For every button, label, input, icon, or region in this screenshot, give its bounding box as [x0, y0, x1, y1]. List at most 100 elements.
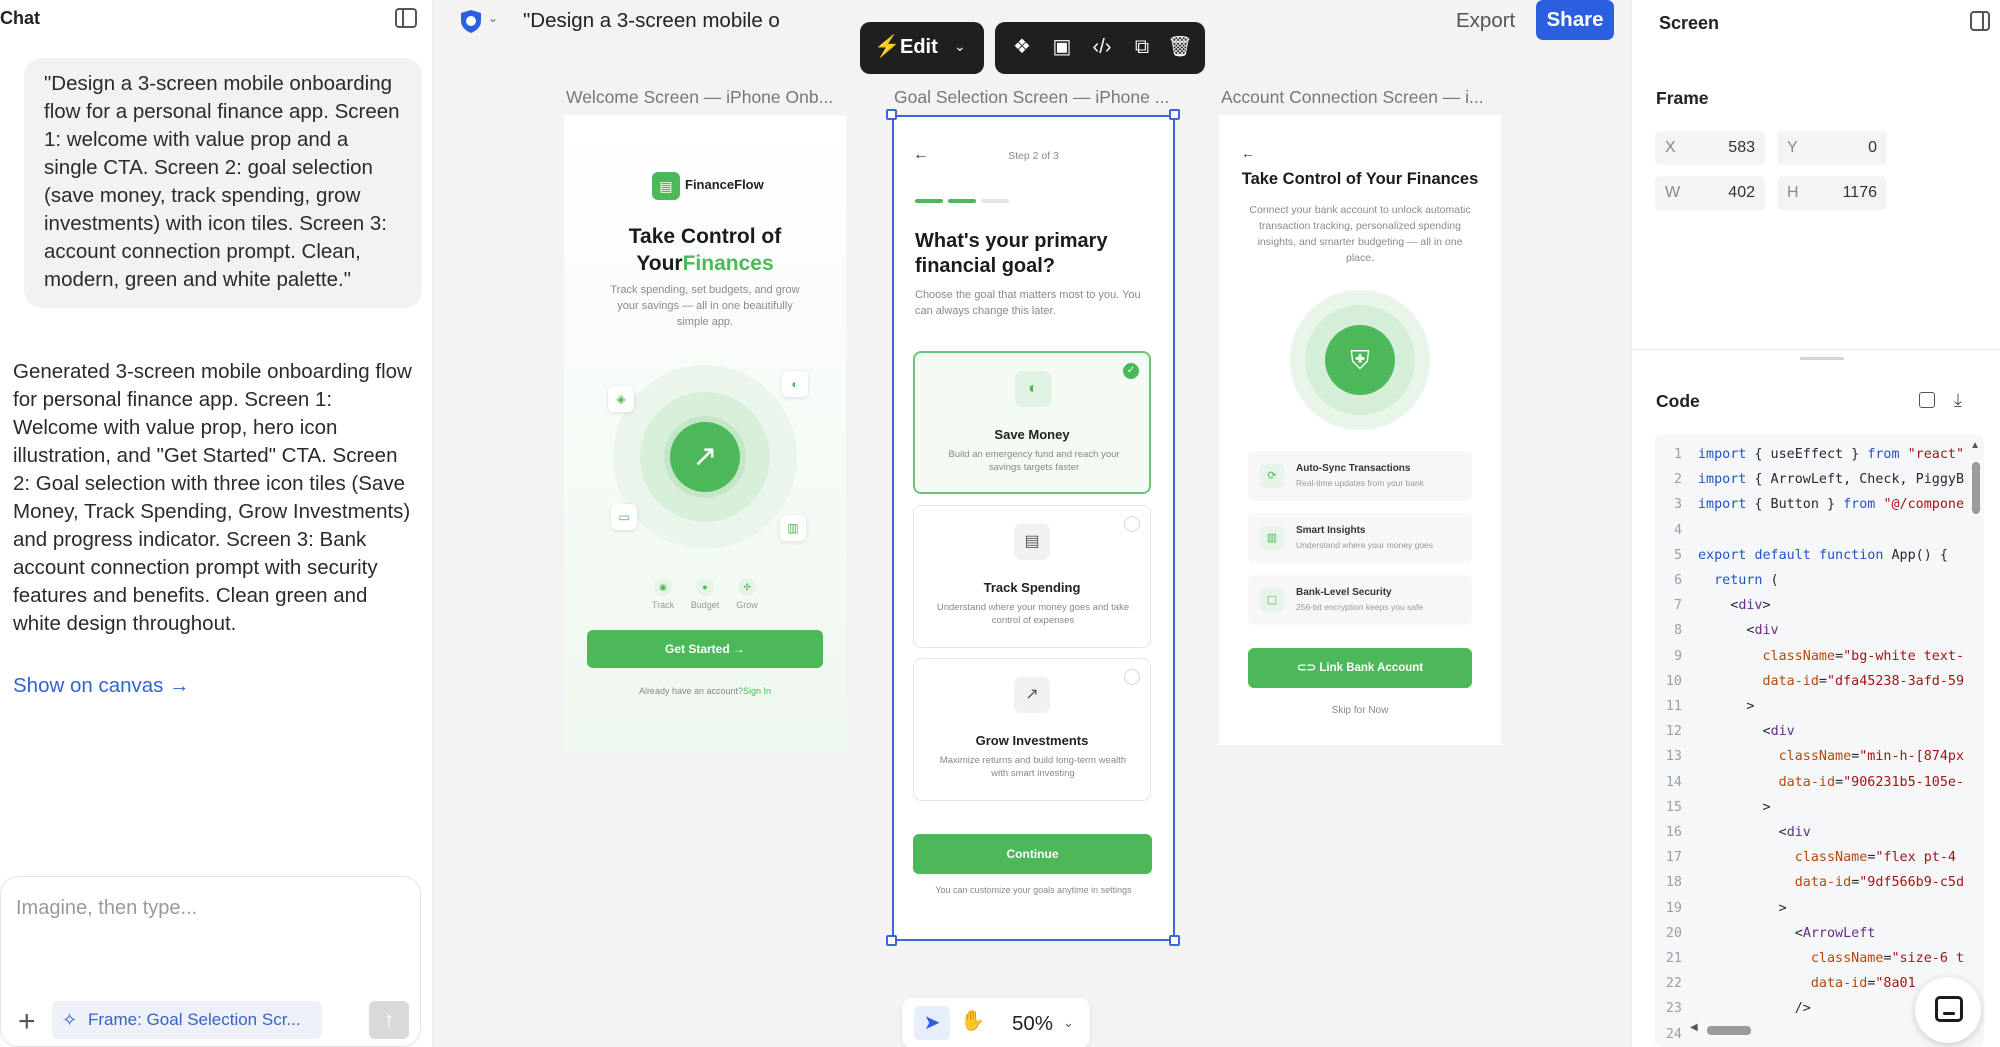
chevron-down-icon[interactable]: ⌄: [488, 11, 498, 25]
trash-icon[interactable]: 🗑: [1167, 34, 1193, 60]
resize-handle[interactable]: [886, 935, 897, 946]
image-edit-icon[interactable]: ▣: [1049, 34, 1075, 60]
duplicate-icon[interactable]: ⧉: [1129, 34, 1155, 60]
brand-name: FinanceFlow: [685, 177, 764, 192]
resize-grip[interactable]: [1800, 357, 1844, 360]
send-button[interactable]: ↑: [369, 1001, 409, 1039]
code-line: 8 <div: [1673, 623, 1779, 639]
skip-for-now-link[interactable]: Skip for Now: [1219, 705, 1501, 716]
step-indicator: Step 2 of 3: [1008, 150, 1059, 162]
scroll-up-icon[interactable]: ▲: [1970, 440, 1980, 451]
edit-menu-button[interactable]: ⚡ Edit ⌄: [860, 22, 984, 74]
welcome-subtitle: Track spending, set budgets, and grow yo…: [610, 284, 800, 328]
chevron-down-icon: ⌄: [954, 38, 966, 54]
credit-card-icon: ▭: [611, 504, 637, 530]
frame-label-goal[interactable]: Goal Selection Screen — iPhone ...: [894, 87, 1174, 108]
code-line: 17 className="flex pt-4: [1665, 850, 1956, 866]
pie-icon: ●: [696, 578, 714, 596]
composer-placeholder: Imagine, then type...: [16, 897, 198, 919]
goal-selection-screen-frame[interactable]: ← Step 2 of 3 What's your primary financ…: [893, 115, 1174, 939]
frame-context-chip[interactable]: ✧ Frame: Goal Selection Scr...: [52, 1001, 322, 1039]
feature-grow: ✣ Grow: [727, 578, 767, 610]
zoom-level[interactable]: 50%: [1012, 1012, 1053, 1036]
code-line: 3 import { Button } from "@/compone: [1673, 497, 1965, 513]
frame-label-welcome[interactable]: Welcome Screen — iPhone Onb...: [566, 87, 846, 108]
continue-button[interactable]: Continue: [913, 834, 1152, 874]
resize-handle[interactable]: [1169, 109, 1180, 120]
x-field[interactable]: X 583: [1655, 131, 1765, 165]
goal-option-track-spending[interactable]: ▤ Track Spending Understand where your m…: [913, 505, 1151, 648]
feature-budget: ● Budget: [685, 578, 725, 610]
add-attachment-icon[interactable]: +: [18, 1007, 36, 1037]
panel-title: Screen: [1659, 13, 1720, 33]
get-started-button[interactable]: Get Started →: [587, 630, 823, 668]
y-field[interactable]: Y0: [1777, 131, 1887, 165]
sidebar-toggle-icon[interactable]: [395, 8, 417, 28]
refresh-icon: ⟳: [1260, 464, 1284, 488]
goal-option-grow-investments[interactable]: ↗ Grow Investments Maximize returns and …: [913, 658, 1151, 801]
account-connection-screen-frame[interactable]: ← Take Control of Your Finances Connect …: [1219, 115, 1501, 745]
goal-subtitle: Choose the goal that matters most to you…: [915, 289, 1141, 317]
headline-line1: Take Control of: [628, 225, 782, 248]
chat-bubble-icon: [1935, 996, 1963, 1022]
share-button[interactable]: Share: [1536, 0, 1614, 40]
shield-check-icon: ⛨: [1325, 325, 1395, 395]
divider: [1632, 349, 2000, 350]
link-bank-account-button[interactable]: ⊂⊃ Link Bank Account: [1248, 648, 1472, 688]
export-button[interactable]: Export: [1456, 9, 1515, 33]
code-line: 13 className="min-h-[874px: [1665, 749, 1965, 765]
frame-label-account[interactable]: Account Connection Screen — i...: [1221, 87, 1501, 108]
code-line: 20 <ArrowLeft: [1665, 925, 1876, 941]
code-icon[interactable]: ‹/›: [1089, 34, 1115, 60]
shield-icon: ◈: [608, 386, 634, 412]
magic-wand-icon: ⚡: [874, 35, 901, 58]
progress-segment: [948, 199, 976, 203]
check-icon: ✓: [1123, 363, 1139, 379]
headline-finances: Finances: [682, 252, 774, 275]
app-logo-icon[interactable]: [458, 8, 484, 34]
scroll-left-icon[interactable]: ◀: [1690, 1022, 1698, 1033]
bar-chart-icon: ▥: [780, 515, 806, 541]
code-line: 11 >: [1665, 699, 1755, 714]
figma-icon[interactable]: ❖: [1009, 34, 1035, 60]
code-line: 18 data-id="9df566b9-c5d: [1665, 875, 1965, 891]
project-title[interactable]: "Design a 3-screen mobile o: [523, 9, 783, 33]
show-on-canvas-link[interactable]: Show on canvas →: [13, 674, 190, 698]
code-line: 10 data-id="dfa45238-3afd-59: [1665, 673, 1965, 689]
width-field[interactable]: W 402: [1655, 176, 1765, 210]
code-line: 16 <div: [1665, 825, 1811, 840]
feature-auto-sync: ⟳ Auto-Sync Transactions Real-time updat…: [1248, 451, 1472, 501]
goal-option-save-money[interactable]: ◐ ✓ Save Money Build an emergency fund a…: [913, 351, 1151, 494]
edit-label: Edit: [900, 36, 938, 58]
code-viewer[interactable]: 1 import { useEffect } from "react" 2 impor…: [1654, 434, 1984, 1047]
copy-icon[interactable]: [1919, 392, 1935, 408]
hand-tool-icon[interactable]: ✋: [960, 1008, 985, 1033]
code-line: 14 data-id="906231b5-105e-: [1665, 774, 1965, 790]
radio-button: [1124, 516, 1140, 532]
download-icon[interactable]: ⤓: [1954, 390, 1962, 411]
code-line: 7 <div>: [1673, 598, 1771, 614]
vertical-scrollbar[interactable]: [1972, 462, 1980, 514]
chevron-down-icon[interactable]: ⌄: [1063, 1015, 1074, 1031]
code-section-title: Code: [1656, 391, 1700, 411]
help-chat-button[interactable]: [1915, 977, 1981, 1043]
code-line: 19 >: [1665, 900, 1787, 916]
arrow-left-icon[interactable]: ←: [1241, 145, 1255, 161]
horizontal-scrollbar[interactable]: [1707, 1026, 1751, 1035]
panel-toggle-icon[interactable]: [1970, 11, 1990, 31]
piggy-bank-icon: ◐: [782, 371, 808, 397]
welcome-screen-frame[interactable]: ▤ FinanceFlow Take Control of YourFinanc…: [564, 115, 846, 753]
eye-icon: ◉: [654, 578, 672, 596]
feature-smart-insights: ▥ Smart Insights Understand where your m…: [1248, 513, 1472, 563]
sprout-icon: ✣: [738, 578, 756, 596]
resize-handle[interactable]: [1169, 935, 1180, 946]
height-field[interactable]: H 1176: [1777, 176, 1887, 210]
code-line: 21 className="size-6 t: [1665, 951, 1965, 966]
sign-in-link[interactable]: Sign In: [743, 686, 771, 696]
trending-up-icon: ↗: [670, 422, 740, 492]
wallet-icon: ▤: [1014, 524, 1050, 560]
pointer-tool-icon[interactable]: ➤: [914, 1006, 950, 1040]
account-subtitle: Connect your bank account to unlock auto…: [1249, 204, 1471, 264]
resize-handle[interactable]: [886, 109, 897, 120]
assistant-reply: Generated 3-screen mobile onboarding flo…: [13, 360, 412, 635]
